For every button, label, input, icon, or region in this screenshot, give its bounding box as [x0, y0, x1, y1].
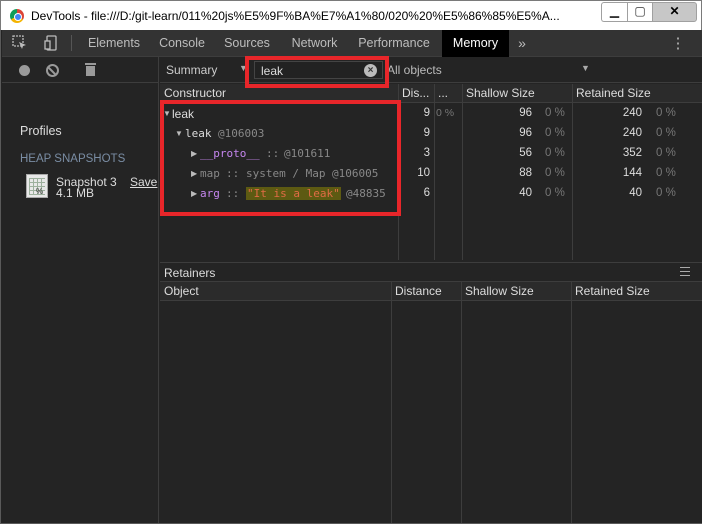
- device-toolbar-icon[interactable]: [44, 35, 60, 51]
- retainers-bar: Retainers: [160, 262, 702, 281]
- devtools-menu-button[interactable]: ⋮: [670, 30, 686, 57]
- chrome-logo-icon: [10, 9, 24, 23]
- trash-icon[interactable]: [85, 63, 96, 76]
- profiles-sidebar: Profiles HEAP SNAPSHOTS % Snapshot 3 4.1…: [2, 57, 159, 523]
- col-ret-distance[interactable]: Distance: [391, 282, 461, 301]
- snapshot-toolbar: Summary ▼ × All objects ▼: [160, 57, 702, 83]
- window-title: DevTools - file:///D:/git-learn/011%20js…: [31, 9, 560, 23]
- tabbar-separator: [71, 35, 72, 51]
- devtools-tabbar: Elements Console Sources Network Perform…: [2, 30, 702, 57]
- tab-elements[interactable]: Elements: [80, 30, 148, 57]
- retainers-heading: Retainers: [164, 266, 216, 280]
- perspective-select[interactable]: Summary: [166, 63, 217, 77]
- col-objects-count[interactable]: ...: [434, 84, 462, 103]
- objects-caret-icon[interactable]: ▼: [581, 63, 590, 73]
- col-retained-size[interactable]: Retained Size: [572, 84, 702, 103]
- rows-highlight-box: [160, 100, 401, 216]
- retainers-menu-icon[interactable]: [680, 267, 690, 276]
- more-tabs-button[interactable]: »: [513, 30, 531, 57]
- tab-memory[interactable]: Memory: [442, 30, 509, 57]
- minimize-button[interactable]: ▁: [601, 2, 627, 22]
- col-shallow-size[interactable]: Shallow Size: [462, 84, 572, 103]
- window-titlebar: DevTools - file:///D:/git-learn/011%20js…: [0, 0, 702, 30]
- snapshot-size: 4.1 MB: [56, 186, 95, 200]
- objects-filter-select[interactable]: All objects: [387, 63, 442, 77]
- col-distance[interactable]: Dis...: [398, 84, 434, 103]
- filter-highlight-box: [245, 56, 389, 88]
- profiles-toolbar: [2, 57, 159, 83]
- tab-console[interactable]: Console: [152, 30, 212, 57]
- close-button[interactable]: ✕: [652, 2, 697, 22]
- profiles-heading: Profiles: [20, 124, 62, 138]
- tab-sources[interactable]: Sources: [217, 30, 277, 57]
- tab-performance[interactable]: Performance: [352, 30, 436, 57]
- snapshot-icon: %: [26, 174, 48, 198]
- clear-icon[interactable]: [46, 64, 59, 77]
- col-ret-retained-size[interactable]: Retained Size: [571, 282, 702, 301]
- inspect-element-icon[interactable]: [12, 35, 28, 51]
- retainers-grid-header: Object Distance Shallow Size Retained Si…: [160, 281, 702, 301]
- heap-snapshots-heading: HEAP SNAPSHOTS: [20, 153, 126, 165]
- tab-network[interactable]: Network: [283, 30, 346, 57]
- col-ret-shallow-size[interactable]: Shallow Size: [461, 282, 571, 301]
- snapshot-save-link[interactable]: Save: [130, 175, 157, 189]
- maximize-button[interactable]: ▢: [627, 2, 652, 22]
- col-object[interactable]: Object: [160, 282, 391, 301]
- record-icon[interactable]: [19, 65, 30, 76]
